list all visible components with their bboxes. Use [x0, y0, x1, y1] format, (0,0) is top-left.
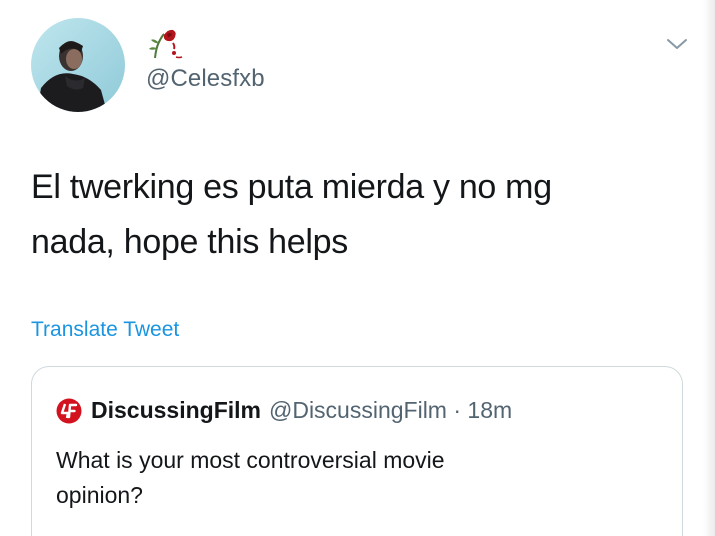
tweet-text: El twerking es puta mierda y no mg nada,… — [31, 160, 671, 270]
edge-shadow — [703, 0, 715, 536]
quoted-text-line: opinion? — [56, 482, 143, 508]
wilted-rose-icon — [149, 29, 183, 59]
avatar[interactable] — [31, 18, 125, 112]
discussingfilm-logo-icon — [56, 398, 82, 423]
quoted-tweet-text: What is your most controversial movie op… — [56, 443, 616, 513]
tweet-text-line: nada, hope this helps — [31, 223, 348, 261]
quoted-tweet[interactable]: DiscussingFilm @DiscussingFilm · 18m Wha… — [31, 366, 683, 536]
quoted-tweet-header: DiscussingFilm @DiscussingFilm · 18m — [56, 397, 512, 424]
user-handle[interactable]: @Celesfxb — [146, 65, 265, 93]
translate-tweet-link[interactable]: Translate Tweet — [31, 318, 179, 342]
quoted-author-name[interactable]: DiscussingFilm — [91, 397, 261, 424]
chevron-down-icon[interactable] — [664, 34, 690, 54]
quoted-text-line: What is your most controversial movie — [56, 447, 445, 473]
tweet-card: @Celesfxb El twerking es puta mierda y n… — [0, 0, 715, 536]
quoted-author-meta: @DiscussingFilm · 18m — [268, 397, 513, 423]
tweet-text-line: El twerking es puta mierda y no mg — [31, 168, 552, 206]
display-name[interactable] — [146, 26, 186, 60]
